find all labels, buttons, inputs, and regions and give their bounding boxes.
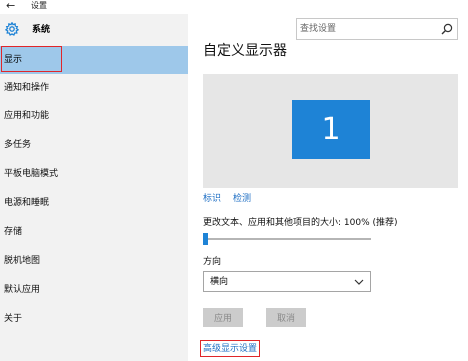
search-icon[interactable] (441, 23, 453, 35)
orientation-label: 方向 (203, 257, 222, 267)
title-bar: ← 设置 (0, 0, 468, 14)
gear-icon (5, 22, 19, 36)
sidebar-item-label: 多任务 (4, 140, 32, 150)
window-title: 设置 (31, 1, 47, 10)
sidebar-item-power-sleep[interactable]: 电源和睡眠 (0, 189, 188, 217)
sidebar-item-label: 存储 (4, 227, 23, 237)
advanced-display-settings-label[interactable]: 高级显示设置 (203, 343, 257, 355)
apply-button[interactable]: 应用 (203, 308, 243, 327)
chevron-down-icon (354, 279, 364, 285)
sidebar-item-label: 显示 (4, 55, 23, 65)
advanced-display-settings-link[interactable]: 高级显示设置 (200, 340, 260, 357)
display-arrangement-area: 1 (203, 74, 458, 188)
sidebar-item-apps-features[interactable]: 应用和功能 (0, 102, 188, 130)
sidebar-item-offline-maps[interactable]: 脱机地图 (0, 247, 188, 275)
sidebar-header: 系统 (0, 14, 188, 46)
scale-label: 更改文本、应用和其他项目的大小: 100% (推荐) (203, 218, 398, 228)
sidebar-item-label: 应用和功能 (4, 111, 50, 121)
monitor-tile[interactable]: 1 (292, 100, 370, 159)
scale-slider-thumb[interactable] (203, 233, 208, 245)
sidebar-item-multitasking[interactable]: 多任务 (0, 131, 188, 159)
sidebar-item-label: 平板电脑模式 (4, 169, 59, 179)
search-input[interactable] (300, 20, 440, 38)
sidebar-item-label: 默认应用 (4, 285, 41, 295)
category-title: 系统 (32, 25, 51, 35)
back-arrow-icon[interactable]: ← (6, 0, 15, 12)
detect-link[interactable]: 检测 (233, 193, 251, 205)
sidebar-item-storage[interactable]: 存储 (0, 218, 188, 246)
sidebar-item-label: 通知和操作 (4, 83, 50, 93)
sidebar-item-default-apps[interactable]: 默认应用 (0, 276, 188, 304)
orientation-select[interactable]: 横向 (203, 271, 371, 292)
sidebar-item-tablet-mode[interactable]: 平板电脑模式 (0, 160, 188, 188)
sidebar-item-label: 电源和睡眠 (4, 198, 50, 208)
identify-link[interactable]: 标识 (203, 193, 221, 205)
search-box[interactable] (296, 18, 458, 40)
sidebar-item-about[interactable]: 关于 (0, 305, 188, 333)
scale-slider-track[interactable] (205, 238, 371, 240)
sidebar: 系统 显示 通知和操作 应用和功能 多任务 平板电脑模式 电源和睡眠 存储 脱机… (0, 14, 188, 361)
orientation-value: 横向 (210, 277, 229, 287)
sidebar-item-display[interactable]: 显示 (0, 46, 188, 74)
page-title: 自定义显示器 (203, 43, 287, 59)
sidebar-item-label: 关于 (4, 314, 23, 324)
cancel-button[interactable]: 取消 (266, 308, 306, 327)
sidebar-item-notifications[interactable]: 通知和操作 (0, 74, 188, 102)
sidebar-item-label: 脱机地图 (4, 256, 41, 266)
